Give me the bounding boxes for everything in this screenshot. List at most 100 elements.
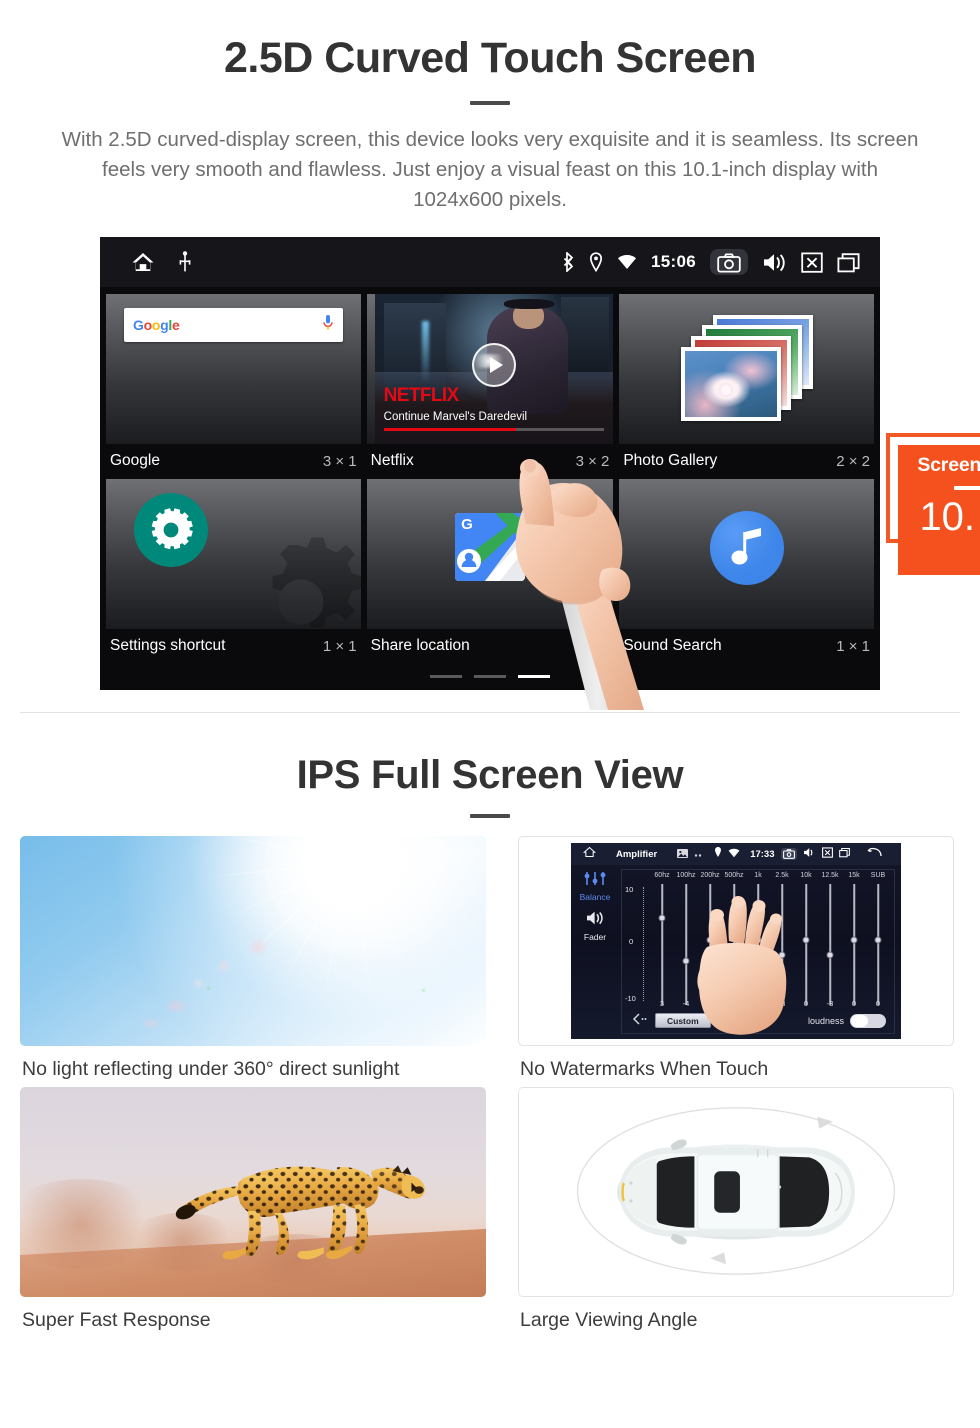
section2-title: IPS Full Screen View — [296, 753, 684, 798]
widget-preview — [106, 479, 361, 630]
badge-title: Screen Size — [917, 454, 980, 477]
side-tab-label: Balance — [579, 892, 611, 903]
netflix-logo: NETFLIX — [383, 385, 460, 407]
amplifier-equalizer-screenshot: Amplifier 17:33 Balance Fader 60hz 100hz… — [518, 836, 954, 1047]
widget-preview: NETFLIX Continue Marvel's Daredevil — [366, 294, 614, 445]
status-bar: 15:06 — [100, 237, 880, 288]
widget-label: Google — [110, 452, 160, 470]
chevron-left-icon[interactable] — [632, 1012, 648, 1030]
widget-meta: Sound Search 1 × 1 — [619, 629, 874, 655]
widget-sound-search[interactable]: Sound Search 1 × 1 — [619, 479, 874, 662]
image-icon[interactable] — [677, 845, 689, 863]
widget-photo-gallery[interactable]: Photo Gallery 2 × 2 — [619, 294, 874, 477]
usb-icon — [178, 251, 192, 273]
widget-meta: Google 3 × 1 — [106, 444, 361, 470]
badge-divider — [954, 486, 980, 491]
widget-meta: Photo Gallery 2 × 2 — [619, 444, 874, 470]
band-label: 12.5k — [821, 872, 839, 880]
status-bar-right: 15:06 — [563, 249, 880, 276]
gear-icon-watermark — [272, 537, 361, 628]
netflix-artwork: NETFLIX Continue Marvel's Daredevil — [374, 294, 614, 445]
camera-icon[interactable] — [710, 249, 748, 276]
eq-value: 0 — [875, 999, 881, 1009]
volume-icon[interactable] — [803, 845, 816, 863]
eq-scale: 10 0 -10 — [625, 885, 651, 1003]
running-cheetah-photo — [20, 1086, 486, 1297]
widget-preview: Google — [106, 294, 361, 445]
band-labels: 60hz 100hz 200hz 500hz 1k 2.5k 10k 12.5k… — [650, 872, 890, 883]
widget-row-2: Settings shortcut 1 × 1 G Share location… — [106, 479, 874, 662]
widget-size: 1 × 1 — [322, 637, 357, 655]
volume-icon[interactable] — [762, 252, 787, 273]
widget-label: Sound Search — [623, 637, 722, 655]
home-icon[interactable] — [130, 250, 156, 274]
hand-overlay — [697, 896, 787, 1036]
music-note-icon — [709, 511, 784, 586]
ips-full-screen-view-section: IPS Full Screen View No light reflecting… — [0, 753, 980, 1333]
curved-touch-screen-section: 2.5D Curved Touch Screen With 2.5D curve… — [0, 34, 980, 714]
home-icon[interactable] — [582, 845, 597, 863]
back-icon[interactable] — [867, 845, 883, 863]
widget-label: Settings shortcut — [110, 637, 226, 655]
status-bar-clock: 15:06 — [651, 252, 696, 272]
location-pin-icon — [714, 845, 722, 863]
page-dot[interactable] — [474, 675, 506, 679]
widget-preview — [619, 294, 874, 445]
widget-grid: Google Google 3 × 1 NETFLIX Continue Mar… — [100, 287, 880, 690]
location-pin-icon — [589, 252, 603, 273]
photo-stack-widget — [680, 315, 813, 423]
card-fast-response: Super Fast Response — [20, 1086, 486, 1333]
play-icon[interactable] — [472, 342, 516, 387]
widget-google[interactable]: Google Google 3 × 1 — [106, 294, 361, 477]
wifi-icon — [617, 254, 637, 270]
section-divider — [20, 712, 960, 714]
widget-share-location[interactable]: G Share location 1 × 1 — [366, 479, 614, 662]
camera-icon[interactable] — [780, 848, 797, 861]
widget-label: Share location — [370, 637, 470, 655]
widget-meta: Settings shortcut 1 × 1 — [106, 629, 361, 655]
widget-size: 3 × 2 — [575, 452, 610, 470]
google-search-widget[interactable]: Google — [124, 308, 343, 343]
widget-size: 1 × 1 — [575, 637, 610, 655]
scale-label: 0 — [629, 937, 634, 947]
band-label: 60hz — [654, 872, 670, 880]
google-maps-icon: G — [455, 513, 525, 582]
eq-value: 0 — [851, 999, 857, 1009]
page-dot-active[interactable] — [518, 675, 550, 679]
widget-label: Photo Gallery — [623, 452, 718, 470]
loudness-toggle[interactable] — [850, 1013, 886, 1028]
eq-slider[interactable] — [842, 884, 866, 1006]
card-sunlight: No light reflecting under 360° direct su… — [20, 836, 486, 1082]
recent-apps-icon[interactable] — [837, 252, 862, 273]
close-box-icon[interactable] — [801, 252, 823, 273]
close-box-icon[interactable] — [821, 845, 833, 863]
car-top-view-diagram — [518, 1086, 954, 1297]
card-caption: No light reflecting under 360° direct su… — [22, 1058, 400, 1081]
eq-slider[interactable] — [818, 884, 842, 1006]
recent-apps-icon[interactable] — [838, 845, 851, 863]
widget-preview: G — [366, 479, 614, 630]
scale-label: -10 — [625, 994, 636, 1004]
bluetooth-icon — [563, 252, 575, 273]
widget-meta: Share location 1 × 1 — [367, 629, 614, 655]
widget-netflix[interactable]: NETFLIX Continue Marvel's Daredevil Netf… — [366, 294, 614, 477]
eq-slider[interactable] — [866, 884, 890, 1006]
widget-size: 3 × 1 — [322, 452, 357, 470]
status-bar-left — [100, 250, 192, 274]
widget-settings-shortcut[interactable]: Settings shortcut 1 × 1 — [106, 479, 361, 662]
card-caption: Super Fast Response — [22, 1308, 211, 1331]
eq-value: -3 — [826, 999, 834, 1009]
side-tab-fader[interactable]: Fader — [571, 902, 619, 942]
page-dot[interactable] — [430, 675, 462, 679]
eq-slider[interactable] — [650, 884, 674, 1006]
band-label: 10k — [800, 872, 812, 880]
widget-preview — [619, 479, 874, 630]
gear-icon — [134, 493, 208, 568]
side-tab-label: Fader — [583, 932, 607, 943]
sunny-blue-sky-photo — [20, 836, 486, 1047]
mic-icon[interactable] — [322, 314, 334, 337]
side-tab-balance[interactable]: Balance — [571, 865, 619, 902]
card-viewing-angle: Large Viewing Angle — [518, 1086, 954, 1333]
amp-side-tabs: Balance Fader — [571, 865, 619, 1039]
page-indicator[interactable] — [100, 675, 880, 679]
